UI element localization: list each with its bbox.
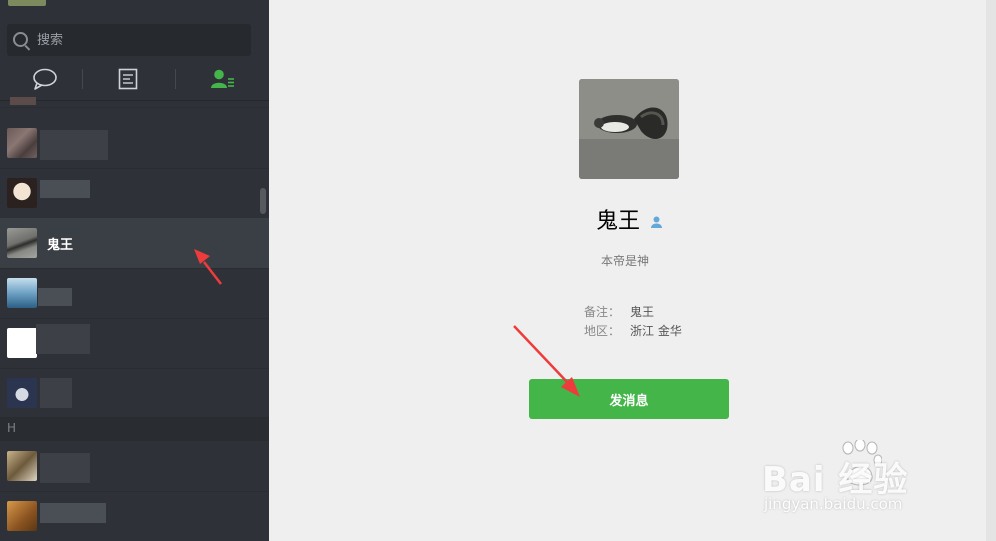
search-input[interactable] <box>37 24 242 56</box>
profile-signature: 本帝是神 <box>601 254 650 268</box>
blurred-name <box>38 288 72 306</box>
region-value: 浙江 金华 <box>630 324 682 338</box>
list-item[interactable] <box>0 368 269 419</box>
send-message-button[interactable]: 发消息 <box>529 379 729 419</box>
list-item[interactable] <box>0 97 269 108</box>
contact-avatar <box>7 328 37 358</box>
search-icon <box>13 32 28 47</box>
contact-name: 鬼王 <box>47 238 74 253</box>
contact-avatar <box>10 97 36 105</box>
squirrel-photo <box>579 79 679 179</box>
list-item[interactable] <box>0 491 269 541</box>
contact-avatar <box>7 501 37 531</box>
list-scrollbar[interactable] <box>260 188 266 214</box>
contact-avatar <box>7 451 37 481</box>
profile-name: 鬼王 <box>596 209 641 234</box>
remark-label: 备注： <box>584 305 621 319</box>
list-item[interactable] <box>0 268 269 319</box>
contact-avatar <box>7 228 37 258</box>
list-item[interactable] <box>0 168 269 219</box>
tab-divider <box>175 69 176 89</box>
sidebar: 鬼王 H <box>0 0 269 541</box>
profile-avatar[interactable] <box>579 79 679 179</box>
document-icon <box>118 68 137 90</box>
watermark-url: jingyan.baidu.com <box>764 495 903 513</box>
remark-value: 鬼王 <box>630 305 655 319</box>
contact-avatar <box>7 378 37 408</box>
tab-contacts[interactable] <box>178 58 267 100</box>
contact-avatar <box>7 128 37 158</box>
contact-avatar[interactable] <box>8 0 46 6</box>
blurred-name <box>40 378 72 408</box>
watermark-logo: Bai 经验 <box>762 460 909 500</box>
tab-chat[interactable] <box>0 58 89 100</box>
list-item[interactable] <box>0 318 269 369</box>
contact-avatar <box>7 278 37 308</box>
search-box[interactable] <box>7 24 251 56</box>
contacts-icon <box>210 69 234 88</box>
blurred-name <box>40 503 106 523</box>
tab-articles[interactable] <box>83 58 172 100</box>
region-row: 地区： 浙江 金华 <box>584 322 682 339</box>
section-header: H <box>0 417 269 441</box>
blurred-name <box>40 180 90 198</box>
section-letter: H <box>7 421 17 435</box>
male-gender-icon <box>651 216 662 228</box>
blurred-name <box>36 324 90 354</box>
list-item[interactable] <box>0 118 269 169</box>
remark-row: 备注： 鬼王 <box>584 303 654 320</box>
list-item-selected[interactable]: 鬼王 <box>0 218 269 269</box>
region-label: 地区： <box>584 324 621 338</box>
chat-bubble-icon <box>32 68 57 90</box>
baidu-watermark: Bai 经验 jingyan.baidu.com <box>760 440 950 520</box>
window-scrollbar[interactable] <box>986 0 996 541</box>
blurred-name <box>40 130 108 160</box>
blurred-name <box>40 453 90 483</box>
sidebar-tabs <box>0 58 269 101</box>
contact-avatar <box>7 178 37 208</box>
list-item[interactable] <box>0 441 269 492</box>
